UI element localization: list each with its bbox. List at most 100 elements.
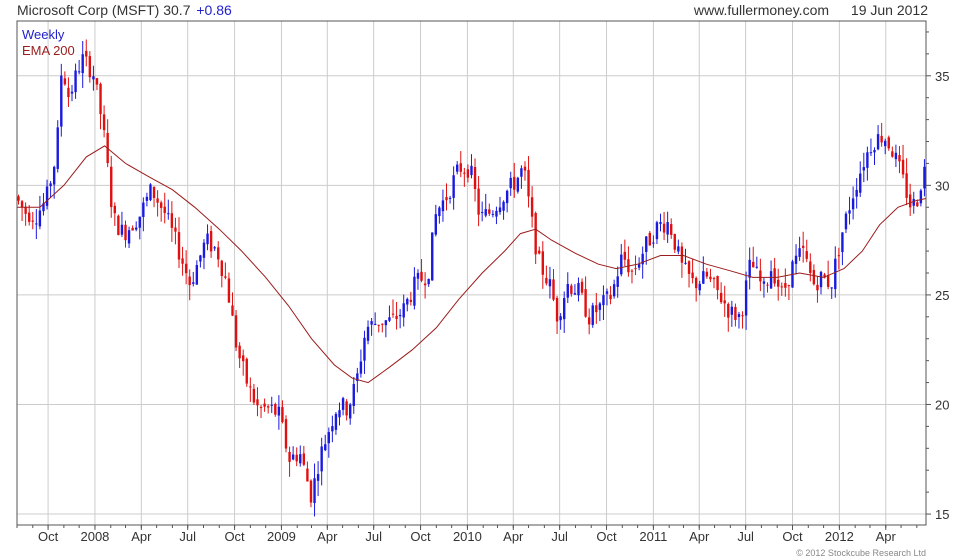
x-tick-label: Oct <box>410 529 431 544</box>
candle-up <box>702 271 705 284</box>
candle-up <box>851 198 855 210</box>
candle-up <box>352 384 355 406</box>
candle-up <box>299 454 302 464</box>
candle-up <box>520 168 523 177</box>
candle-up <box>38 210 42 227</box>
candle-up <box>81 54 84 74</box>
candle-up <box>192 282 195 284</box>
candle-up <box>605 291 609 294</box>
candle-down <box>284 419 288 449</box>
y-tick-label: 15 <box>935 507 949 522</box>
x-tick-label: Jul <box>737 529 754 544</box>
candle-up <box>338 410 341 418</box>
candle-up <box>841 232 844 253</box>
candle-up <box>876 134 880 150</box>
candle-up <box>834 258 837 290</box>
candle-down <box>580 281 584 293</box>
candle-down <box>85 50 88 57</box>
candle-down <box>266 406 270 408</box>
candle-up <box>794 255 798 264</box>
candle-down <box>295 454 298 462</box>
candle-down <box>288 451 291 462</box>
candle-down <box>252 388 256 403</box>
candle-down <box>99 83 102 115</box>
candle-down <box>242 355 245 362</box>
candle-down <box>648 232 652 246</box>
candle-down <box>787 285 791 287</box>
candle-up <box>74 70 77 93</box>
candle-down <box>17 196 20 201</box>
candle-up <box>598 303 602 310</box>
candle-up <box>491 213 495 215</box>
candle-up <box>652 242 655 244</box>
candle-up <box>270 404 273 406</box>
candle-up <box>884 140 887 147</box>
candle-up <box>366 326 370 341</box>
candle-up <box>277 406 281 416</box>
ema-200-line <box>17 145 927 384</box>
candle-down <box>245 358 248 384</box>
y-tick-label: 35 <box>935 69 949 84</box>
x-tick-label: 2011 <box>639 529 667 544</box>
x-tick-label: 2009 <box>267 529 296 544</box>
candle-down <box>445 196 448 201</box>
candle-down <box>916 202 919 207</box>
x-tick-label: Jul <box>365 529 382 544</box>
candle-up <box>894 152 898 160</box>
candle-up <box>448 197 452 199</box>
candle-down <box>309 480 313 503</box>
candle-up <box>56 127 59 169</box>
candle-up <box>509 177 512 189</box>
candle-down <box>159 202 163 208</box>
candle-down <box>891 151 894 157</box>
candle-up <box>324 444 327 451</box>
candle-up <box>363 337 366 361</box>
grid-lines <box>17 21 926 525</box>
candle-up <box>505 190 509 204</box>
price-candles <box>17 39 926 517</box>
candle-down <box>687 261 691 274</box>
candle-up <box>912 199 915 206</box>
candle-up <box>456 164 459 172</box>
candle-up <box>388 317 391 321</box>
candle-up <box>873 150 876 153</box>
candle-up <box>441 200 445 212</box>
legend-ema: EMA 200 <box>22 43 75 58</box>
plot-frame <box>16 20 927 526</box>
candle-down <box>423 283 427 286</box>
candle-up <box>919 190 923 204</box>
y-tick-label: 30 <box>935 178 949 193</box>
x-axis: Oct 2008 Apr Jul Oct 2009 Apr Jul Oct 2010 Apr Jul O… <box>16 525 918 544</box>
candle-up <box>563 298 566 320</box>
candle-up <box>659 222 662 224</box>
y-tick-label: 25 <box>935 288 949 303</box>
candle-down <box>716 276 719 291</box>
candle-down <box>880 135 883 143</box>
candle-down <box>102 114 106 131</box>
candle-up <box>548 279 552 287</box>
candle-down <box>773 268 776 284</box>
candle-up <box>135 227 138 230</box>
candle-down <box>28 212 31 222</box>
candle-up <box>341 398 345 410</box>
candle-up <box>316 474 320 481</box>
candle-down <box>741 315 744 317</box>
candle-down <box>174 227 177 232</box>
candle-down <box>555 297 559 322</box>
candle-down <box>727 303 730 318</box>
candle-down <box>20 201 24 208</box>
candle-up <box>291 454 295 460</box>
candle-up <box>645 236 648 252</box>
candle-down <box>217 247 220 260</box>
candle-up <box>655 222 659 240</box>
candle-down <box>766 284 769 286</box>
candle-down <box>837 255 841 257</box>
candle-up <box>77 71 81 73</box>
candle-down <box>694 277 698 289</box>
candle-up <box>748 259 751 278</box>
candle-up <box>573 293 577 295</box>
candle-up <box>45 186 49 206</box>
candle-down <box>759 270 762 282</box>
candle-down <box>634 268 637 270</box>
candle-down <box>905 173 908 198</box>
